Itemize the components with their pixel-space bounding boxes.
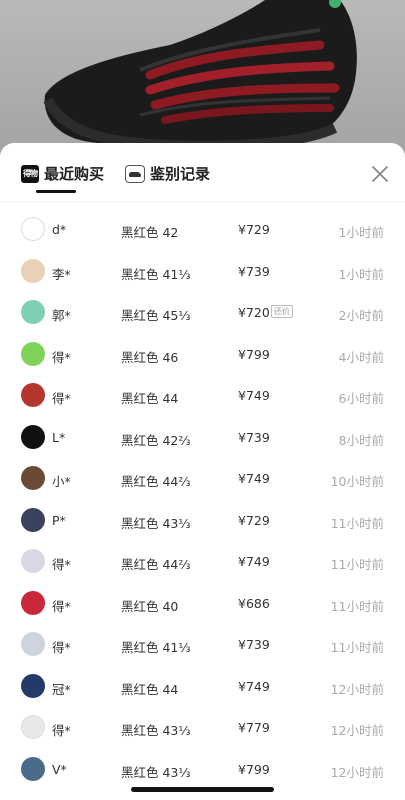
buyer-name: d* bbox=[52, 222, 67, 237]
item-spec: 黑红色 42⅔ bbox=[121, 432, 191, 448]
item-spec: 黑红色 44⅔ bbox=[121, 474, 191, 489]
purchase-time: 10小时前 bbox=[330, 474, 384, 489]
purchase-time: 11小时前 bbox=[330, 515, 384, 531]
sale-price: ¥799 bbox=[238, 346, 270, 362]
buyer-avatar bbox=[21, 549, 45, 573]
tab-bar: 得物 最近购买 鉴别记录 bbox=[0, 143, 405, 202]
purchase-record-row: L* 黑红色 42⅔ ¥739 8小时前 bbox=[0, 417, 405, 459]
buyer-name: 郭* bbox=[52, 308, 71, 323]
purchase-record-row: P* 黑红色 43⅓ ¥729 11小时前 bbox=[0, 500, 405, 542]
purchase-time: 12小时前 bbox=[330, 764, 384, 780]
buyer-avatar bbox=[21, 341, 45, 366]
sale-price: ¥686 bbox=[238, 595, 270, 611]
item-spec: 黑红色 43⅓ bbox=[121, 723, 191, 738]
buyer-name: 得* bbox=[52, 557, 71, 572]
purchase-record-row: 得* 黑红色 44⅔ ¥749 11小时前 bbox=[0, 541, 405, 583]
brand-logo-icon: 得物 bbox=[21, 164, 39, 183]
purchase-record-row: 得* 黑红色 44 ¥749 6小时前 bbox=[0, 375, 405, 417]
purchase-time: 12小时前 bbox=[330, 723, 384, 738]
purchase-record-row: 郭* 黑红色 45⅓ ¥720 2小时前 还价 bbox=[0, 292, 405, 334]
sale-price: ¥749 bbox=[238, 471, 270, 486]
sale-price: ¥739 bbox=[238, 637, 270, 652]
buyer-name: 得* bbox=[52, 598, 71, 614]
purchase-record-row: 小* 黑红色 44⅔ ¥749 10小时前 bbox=[0, 458, 405, 500]
purchase-record-row: V* 黑红色 43⅓ ¥799 12小时前 bbox=[0, 749, 405, 791]
shoe-icon bbox=[125, 164, 145, 183]
purchase-record-row: 得* 黑红色 46 ¥799 4小时前 bbox=[0, 334, 405, 376]
sneaker-image bbox=[43, 0, 357, 151]
buyer-avatar bbox=[21, 217, 45, 241]
buyer-avatar bbox=[21, 383, 45, 407]
sale-price: ¥729 bbox=[238, 512, 270, 528]
buyer-name: 得* bbox=[52, 349, 71, 365]
purchase-time: 12小时前 bbox=[330, 681, 384, 697]
buyer-avatar bbox=[21, 756, 45, 781]
sale-price: ¥729 bbox=[238, 222, 270, 237]
buyer-avatar bbox=[21, 632, 45, 656]
buyer-name: 得* bbox=[52, 391, 71, 406]
item-spec: 黑红色 40 bbox=[121, 598, 179, 614]
purchase-time: 1小时前 bbox=[338, 266, 384, 282]
item-spec: 黑红色 44⅔ bbox=[121, 557, 191, 572]
item-spec: 黑红色 46 bbox=[121, 349, 179, 365]
sale-price: ¥720 bbox=[238, 305, 270, 320]
purchase-record-row: 得* 黑红色 41⅓ ¥739 11小时前 bbox=[0, 624, 405, 666]
purchase-time: 2小时前 bbox=[338, 308, 384, 323]
item-spec: 黑红色 42 bbox=[121, 225, 179, 240]
purchase-record-row: 李* 黑红色 41⅓ ¥739 1小时前 bbox=[0, 251, 405, 293]
item-spec: 黑红色 43⅓ bbox=[121, 764, 191, 780]
item-spec: 黑红色 41⅓ bbox=[121, 640, 191, 655]
purchase-time: 8小时前 bbox=[338, 432, 384, 448]
buyer-name: V* bbox=[52, 761, 67, 777]
sale-price: ¥779 bbox=[238, 720, 270, 735]
sale-price: ¥739 bbox=[238, 429, 270, 445]
buyer-name: 得* bbox=[52, 640, 71, 655]
purchase-time: 11小时前 bbox=[330, 598, 384, 614]
tab-appraisal-records-label: 鉴别记录 bbox=[150, 165, 211, 183]
purchase-record-row: 冠* 黑红色 44 ¥749 12小时前 bbox=[0, 666, 405, 708]
tab-recent-purchases[interactable]: 得物 最近购买 bbox=[21, 163, 104, 184]
buyer-name: 小* bbox=[52, 474, 71, 489]
buyer-name: 得* bbox=[52, 723, 71, 738]
sale-price: ¥799 bbox=[238, 761, 270, 777]
sale-price: ¥739 bbox=[238, 263, 270, 279]
bargain-badge: 还价 bbox=[271, 305, 293, 318]
purchase-record-list: d* 黑红色 42 ¥729 1小时前 李* 黑红色 41⅓ ¥739 1小时前 郭* 黑红色 4… bbox=[0, 209, 405, 790]
purchase-records-sheet: 得物 最近购买 鉴别记录 d* 黑红色 42 ¥729 1小时前 李* 黑红色 41⅓ ¥7… bbox=[0, 143, 405, 800]
buyer-name: 李* bbox=[52, 266, 71, 282]
buyer-avatar bbox=[21, 424, 45, 449]
item-spec: 黑红色 44 bbox=[121, 391, 179, 406]
purchase-time: 11小时前 bbox=[330, 557, 384, 572]
buyer-avatar bbox=[21, 466, 45, 490]
purchase-record-row: 得* 黑红色 40 ¥686 11小时前 bbox=[0, 583, 405, 625]
tab-appraisal-records[interactable]: 鉴别记录 bbox=[125, 163, 210, 184]
tab-recent-purchases-label: 最近购买 bbox=[44, 165, 105, 183]
item-spec: 黑红色 41⅓ bbox=[121, 266, 191, 282]
purchase-record-row: 得* 黑红色 43⅓ ¥779 12小时前 bbox=[0, 707, 405, 749]
buyer-avatar bbox=[21, 590, 45, 615]
close-icon[interactable] bbox=[371, 165, 389, 183]
buyer-avatar bbox=[21, 715, 45, 739]
sale-price: ¥749 bbox=[238, 678, 270, 694]
buyer-avatar bbox=[21, 300, 45, 324]
buyer-name: L* bbox=[52, 429, 66, 445]
product-image-backdrop bbox=[0, 0, 405, 160]
buyer-name: P* bbox=[52, 512, 66, 528]
item-spec: 黑红色 43⅓ bbox=[121, 515, 191, 531]
buyer-avatar bbox=[21, 673, 45, 698]
sale-price: ¥749 bbox=[238, 388, 270, 403]
sale-price: ¥749 bbox=[238, 554, 270, 569]
purchase-time: 4小时前 bbox=[338, 349, 384, 365]
buyer-name: 冠* bbox=[52, 681, 71, 697]
item-spec: 黑红色 44 bbox=[121, 681, 179, 697]
buyer-avatar bbox=[21, 258, 45, 283]
purchase-time: 1小时前 bbox=[338, 225, 384, 240]
home-indicator bbox=[131, 787, 274, 792]
purchase-time: 11小时前 bbox=[330, 640, 384, 655]
purchase-time: 6小时前 bbox=[338, 391, 384, 406]
active-tab-indicator bbox=[36, 190, 76, 193]
purchase-record-row: d* 黑红色 42 ¥729 1小时前 bbox=[0, 209, 405, 251]
buyer-avatar bbox=[21, 507, 45, 532]
item-spec: 黑红色 45⅓ bbox=[121, 308, 191, 323]
